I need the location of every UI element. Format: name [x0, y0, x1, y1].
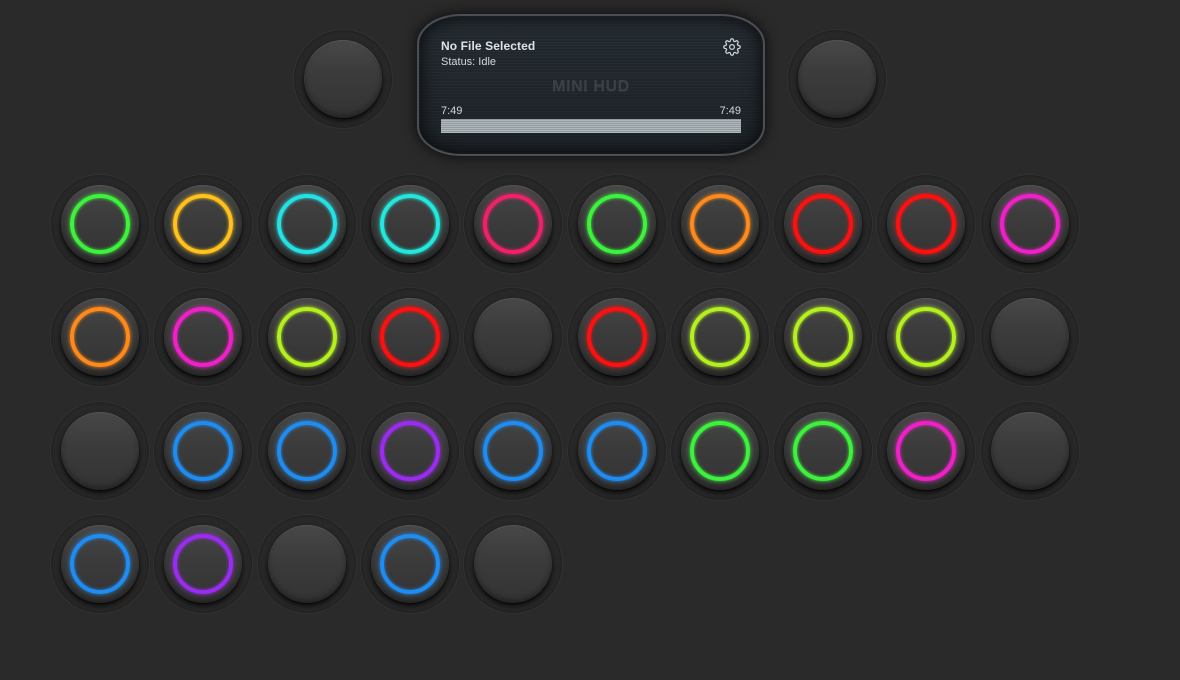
pad-led-ring	[587, 194, 647, 254]
pad-cap	[991, 412, 1069, 490]
pad-led-ring	[277, 421, 337, 481]
pad-led-ring	[483, 194, 543, 254]
hud-logo: MINI HUD	[552, 78, 630, 95]
pad-button-8[interactable]	[773, 174, 873, 274]
pad-button-17[interactable]	[670, 287, 770, 387]
pad-button-31[interactable]	[50, 514, 150, 614]
pad-led-ring	[70, 534, 130, 594]
pad-led-ring	[1000, 194, 1060, 254]
pad-button-20[interactable]	[980, 287, 1080, 387]
pad-button-2[interactable]	[153, 174, 253, 274]
pad-led-ring	[793, 421, 853, 481]
pad-led-ring	[587, 307, 647, 367]
pad-cap	[991, 298, 1069, 376]
pad-button-10[interactable]	[980, 174, 1080, 274]
pad-button-4[interactable]	[360, 174, 460, 274]
pad-button-12[interactable]	[153, 287, 253, 387]
pad-led-ring	[587, 421, 647, 481]
pad-led-ring	[793, 307, 853, 367]
pad-led-ring	[380, 307, 440, 367]
knob-cap	[798, 40, 876, 118]
progress-bar-fill	[441, 119, 741, 133]
pad-led-ring	[277, 307, 337, 367]
pad-button-5[interactable]	[463, 174, 563, 274]
pad-button-24[interactable]	[360, 401, 460, 501]
elapsed-time: 7:49	[441, 105, 463, 117]
pad-button-15[interactable]	[463, 287, 563, 387]
pad-button-11[interactable]	[50, 287, 150, 387]
pad-cap	[268, 525, 346, 603]
left-knob-button[interactable]	[293, 29, 393, 129]
pad-led-ring	[690, 194, 750, 254]
pad-button-29[interactable]	[876, 401, 976, 501]
pad-button-27[interactable]	[670, 401, 770, 501]
pad-led-ring	[690, 307, 750, 367]
pad-led-ring	[173, 194, 233, 254]
pad-button-35[interactable]	[463, 514, 563, 614]
mini-hud-display: No File Selected Status: Idle MINI HUD 7…	[417, 14, 765, 156]
total-time: 7:49	[719, 105, 741, 117]
pad-button-7[interactable]	[670, 174, 770, 274]
pad-button-6[interactable]	[567, 174, 667, 274]
pad-button-16[interactable]	[567, 287, 667, 387]
pad-led-ring	[173, 421, 233, 481]
pad-led-ring	[896, 194, 956, 254]
progress-bar[interactable]	[441, 119, 741, 133]
pad-button-22[interactable]	[153, 401, 253, 501]
pad-cap	[61, 412, 139, 490]
pad-button-23[interactable]	[257, 401, 357, 501]
pad-led-ring	[483, 421, 543, 481]
pad-led-ring	[70, 194, 130, 254]
pad-led-ring	[896, 307, 956, 367]
gear-icon[interactable]	[723, 38, 741, 56]
pad-button-32[interactable]	[153, 514, 253, 614]
pad-cap	[474, 525, 552, 603]
pad-led-ring	[70, 307, 130, 367]
pad-button-18[interactable]	[773, 287, 873, 387]
pad-button-33[interactable]	[257, 514, 357, 614]
pad-led-ring	[380, 534, 440, 594]
pad-led-ring	[380, 421, 440, 481]
pad-button-34[interactable]	[360, 514, 460, 614]
file-name-label: No File Selected	[441, 39, 536, 53]
knob-cap	[304, 40, 382, 118]
right-knob-button[interactable]	[787, 29, 887, 129]
pad-button-1[interactable]	[50, 174, 150, 274]
pad-button-14[interactable]	[360, 287, 460, 387]
pad-led-ring	[380, 194, 440, 254]
pad-button-26[interactable]	[567, 401, 667, 501]
pad-button-13[interactable]	[257, 287, 357, 387]
pad-led-ring	[793, 194, 853, 254]
pad-led-ring	[173, 534, 233, 594]
pad-led-ring	[277, 194, 337, 254]
pad-button-9[interactable]	[876, 174, 976, 274]
pad-button-30[interactable]	[980, 401, 1080, 501]
pad-led-ring	[690, 421, 750, 481]
pad-button-25[interactable]	[463, 401, 563, 501]
pad-led-ring	[896, 421, 956, 481]
pad-button-28[interactable]	[773, 401, 873, 501]
pad-button-3[interactable]	[257, 174, 357, 274]
pad-cap	[474, 298, 552, 376]
pad-led-ring	[173, 307, 233, 367]
pad-button-19[interactable]	[876, 287, 976, 387]
status-label: Status: Idle	[441, 56, 497, 68]
pad-button-21[interactable]	[50, 401, 150, 501]
